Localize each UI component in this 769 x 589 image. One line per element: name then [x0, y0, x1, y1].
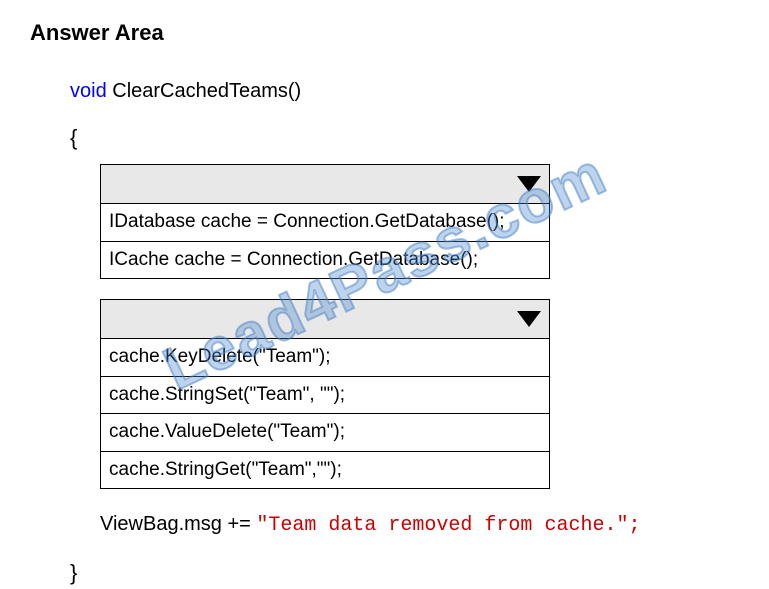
- viewbag-line: ViewBag.msg += "Team data removed from c…: [100, 509, 739, 541]
- dropdown-2-option[interactable]: cache.StringGet("Team","");: [101, 452, 549, 489]
- dropdown-2-header[interactable]: [100, 299, 550, 339]
- chevron-down-icon: [517, 311, 541, 327]
- dropdown-2[interactable]: cache.KeyDelete("Team"); cache.StringSet…: [100, 299, 550, 489]
- open-brace: {: [70, 121, 739, 154]
- chevron-down-icon: [517, 176, 541, 192]
- dropdown-1-option[interactable]: IDatabase cache = Connection.GetDatabase…: [101, 204, 549, 242]
- dropdown-1-options: IDatabase cache = Connection.GetDatabase…: [100, 204, 550, 279]
- method-signature: void ClearCachedTeams(): [70, 76, 739, 106]
- string-literal: "Team data removed from cache.";: [256, 514, 640, 537]
- answer-area-title: Answer Area: [30, 20, 739, 46]
- dropdown-1-header[interactable]: [100, 164, 550, 204]
- method-name-text: ClearCachedTeams(): [112, 80, 301, 102]
- dropdown-2-options: cache.KeyDelete("Team"); cache.StringSet…: [100, 339, 550, 489]
- void-keyword: void: [70, 80, 107, 102]
- close-brace: }: [70, 556, 739, 589]
- dropdown-2-option[interactable]: cache.StringSet("Team", "");: [101, 377, 549, 415]
- code-block: void ClearCachedTeams() { IDatabase cach…: [30, 76, 739, 589]
- viewbag-prefix: ViewBag.msg +=: [100, 513, 256, 535]
- dropdown-2-option[interactable]: cache.ValueDelete("Team");: [101, 414, 549, 452]
- dropdown-2-option[interactable]: cache.KeyDelete("Team");: [101, 339, 549, 377]
- dropdown-1[interactable]: IDatabase cache = Connection.GetDatabase…: [100, 164, 550, 279]
- dropdown-1-option[interactable]: ICache cache = Connection.GetDatabase();: [101, 242, 549, 279]
